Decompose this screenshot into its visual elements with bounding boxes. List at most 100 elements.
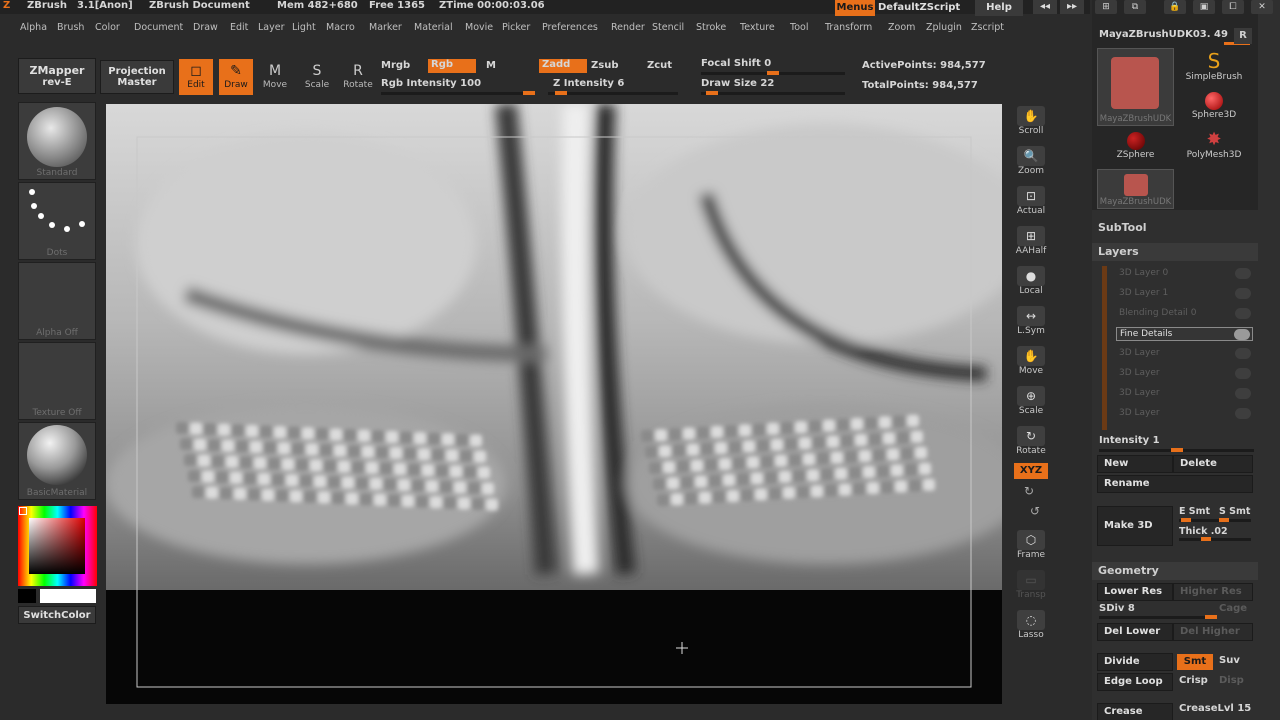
menu-stroke[interactable]: Stroke xyxy=(696,20,726,36)
dock-actual-button[interactable]: ⊡ Actual xyxy=(1014,184,1048,220)
suv-toggle[interactable]: Suv xyxy=(1219,655,1240,666)
layers-scrollbar[interactable] xyxy=(1102,266,1107,430)
material-selector[interactable]: BasicMaterial xyxy=(18,422,96,500)
switch-color-button[interactable]: SwitchColor xyxy=(18,606,96,624)
crease-button[interactable]: Crease xyxy=(1097,703,1173,720)
dock-lsym-button[interactable]: ↔ L.Sym xyxy=(1014,304,1048,340)
layer-visibility-icon[interactable] xyxy=(1235,348,1251,359)
layer-row[interactable]: 3D Layer xyxy=(1116,387,1253,401)
dock-scroll-button[interactable]: ✋ Scroll xyxy=(1014,104,1048,140)
layer-visibility-icon[interactable] xyxy=(1235,408,1251,419)
tool-thumb-mayazbrush-2[interactable]: MayaZBrushUDK xyxy=(1097,169,1174,209)
primary-color-swatch[interactable] xyxy=(40,589,96,603)
help-button[interactable]: Help xyxy=(975,0,1023,16)
tool-copy-icon[interactable]: ⧉ xyxy=(1124,0,1146,14)
tool-zsphere[interactable]: ZSphere xyxy=(1097,130,1174,168)
color-square[interactable] xyxy=(29,518,85,574)
tool-simplebrush[interactable]: S SimpleBrush xyxy=(1176,50,1252,88)
z-intensity-slider[interactable] xyxy=(548,91,678,95)
menu-zplugin[interactable]: Zplugin xyxy=(926,20,962,36)
zmapper-button[interactable]: ZMapper rev-E xyxy=(18,58,96,94)
menu-edit[interactable]: Edit xyxy=(230,20,248,36)
crisp-toggle[interactable]: Crisp xyxy=(1179,675,1208,686)
menu-transform[interactable]: Transform xyxy=(825,20,872,36)
draw-size-slider[interactable] xyxy=(701,91,845,95)
layer-intensity-slider[interactable] xyxy=(1099,448,1254,452)
mrgb-button[interactable]: Mrgb xyxy=(381,60,410,71)
projection-master-button[interactable]: Projection Master xyxy=(100,60,174,94)
menu-tool[interactable]: Tool xyxy=(790,20,808,36)
menu-movie[interactable]: Movie xyxy=(465,20,493,36)
layer-row[interactable]: 3D Layer xyxy=(1116,407,1253,421)
color-picker[interactable] xyxy=(18,506,97,586)
texture-selector[interactable]: Texture Off xyxy=(18,342,96,420)
menu-color[interactable]: Color xyxy=(95,20,120,36)
layer-row[interactable]: 3D Layer 0 xyxy=(1116,267,1253,281)
focal-shift-slider[interactable] xyxy=(701,71,845,75)
draw-mode-button[interactable]: ✎ Draw xyxy=(219,59,253,95)
stroke-selector[interactable]: Dots xyxy=(18,182,96,260)
layer-row[interactable]: 3D Layer xyxy=(1116,347,1253,361)
rotate-y-icon[interactable]: ↻ xyxy=(1024,484,1034,498)
smt-toggle[interactable]: Smt xyxy=(1177,654,1213,670)
prev-icon[interactable]: ◂◂ xyxy=(1033,0,1057,14)
layer-row[interactable]: 3D Layer xyxy=(1116,367,1253,381)
transp-button[interactable]: ▭ Transp xyxy=(1014,568,1048,604)
tool-thumb-mayazbrush[interactable]: MayaZBrushUDK xyxy=(1097,48,1174,126)
layer-visibility-icon[interactable] xyxy=(1234,329,1250,340)
menu-marker[interactable]: Marker xyxy=(369,20,402,36)
alpha-selector[interactable]: Alpha Off xyxy=(18,262,96,340)
menu-stencil[interactable]: Stencil xyxy=(652,20,684,36)
dock-local-button[interactable]: ● Local xyxy=(1014,264,1048,300)
dock-rotate-button[interactable]: ↻ Rotate xyxy=(1014,424,1048,460)
layer-row[interactable]: Blending Detail 0 xyxy=(1116,307,1253,321)
new-layer-button[interactable]: New xyxy=(1097,455,1173,473)
rotate-mode-button[interactable]: R Rotate xyxy=(341,59,375,95)
lasso-button[interactable]: ◌ Lasso xyxy=(1014,608,1048,644)
edit-mode-button[interactable]: ◻ Edit xyxy=(179,59,213,95)
thick-slider[interactable] xyxy=(1179,537,1251,541)
layout-icon[interactable]: ▣ xyxy=(1193,0,1215,14)
menu-picker[interactable]: Picker xyxy=(502,20,530,36)
menu-render[interactable]: Render xyxy=(611,20,645,36)
menu-macro[interactable]: Macro xyxy=(326,20,355,36)
menu-draw[interactable]: Draw xyxy=(193,20,218,36)
zcut-button[interactable]: Zcut xyxy=(647,60,672,71)
tool-polymesh3d[interactable]: ✸ PolyMesh3D xyxy=(1176,130,1252,168)
menu-texture[interactable]: Texture xyxy=(740,20,775,36)
menu-layer[interactable]: Layer xyxy=(258,20,285,36)
cage-button[interactable]: Cage xyxy=(1219,603,1247,614)
rename-layer-button[interactable]: Rename xyxy=(1097,475,1253,493)
default-zscript-button[interactable]: DefaultZScript xyxy=(878,0,960,16)
zadd-button[interactable]: Zadd xyxy=(539,59,587,73)
lock-icon[interactable]: 🔒 xyxy=(1164,0,1186,14)
dock-aahalf-button[interactable]: ⊞ AAHalf xyxy=(1014,224,1048,260)
close-icon[interactable]: ✕ xyxy=(1251,0,1273,14)
menu-preferences[interactable]: Preferences xyxy=(542,20,598,36)
menu-zscript[interactable]: Zscript xyxy=(971,20,1004,36)
layer-visibility-icon[interactable] xyxy=(1235,368,1251,379)
menus-button[interactable]: Menus xyxy=(835,0,875,16)
divide-button[interactable]: Divide xyxy=(1097,653,1173,671)
layer-row[interactable]: 3D Layer 1 xyxy=(1116,287,1253,301)
rgb-button[interactable]: Rgb xyxy=(428,59,476,73)
layer-row[interactable]: Fine Details xyxy=(1116,327,1253,341)
tool-grid-icon[interactable]: ⊞ xyxy=(1095,0,1117,14)
menu-material[interactable]: Material xyxy=(414,20,453,36)
document-canvas[interactable] xyxy=(106,104,1002,704)
del-lower-button[interactable]: Del Lower xyxy=(1097,623,1173,641)
dock-move-button[interactable]: ✋ Move xyxy=(1014,344,1048,380)
edge-loop-button[interactable]: Edge Loop xyxy=(1097,673,1173,691)
rgb-intensity-slider[interactable] xyxy=(381,91,535,95)
menu-brush[interactable]: Brush xyxy=(57,20,84,36)
menu-zoom[interactable]: Zoom xyxy=(888,20,915,36)
higher-res-button[interactable]: Higher Res xyxy=(1173,583,1253,601)
make-3d-button[interactable]: Make 3D xyxy=(1097,506,1173,546)
dock-scale-button[interactable]: ⊕ Scale xyxy=(1014,384,1048,420)
secondary-color-swatch[interactable] xyxy=(18,589,36,603)
layer-visibility-icon[interactable] xyxy=(1235,268,1251,279)
lower-res-button[interactable]: Lower Res xyxy=(1097,583,1173,601)
zsub-button[interactable]: Zsub xyxy=(591,60,618,71)
tool-sphere3d[interactable]: Sphere3D xyxy=(1176,90,1252,128)
move-mode-button[interactable]: M Move xyxy=(258,59,292,95)
